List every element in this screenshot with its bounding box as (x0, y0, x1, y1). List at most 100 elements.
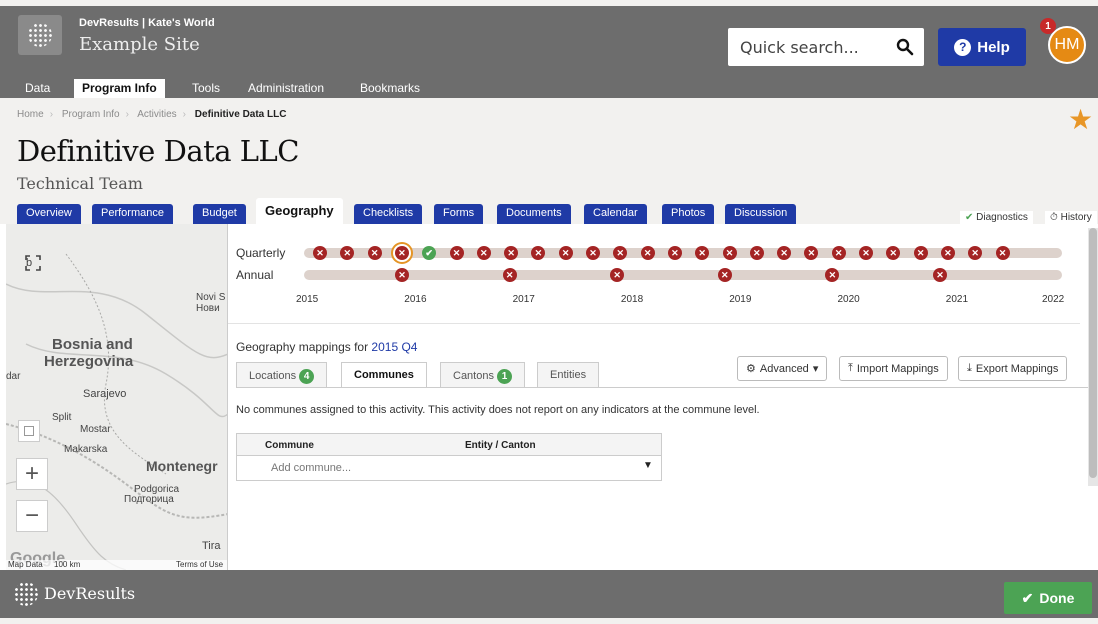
annual-marker[interactable]: ✕ (717, 268, 732, 282)
terms-link[interactable]: Terms of Use (176, 560, 223, 569)
annual-marker[interactable]: ✕ (502, 268, 517, 282)
quarter-marker[interactable]: ✕ (940, 246, 955, 260)
breadcrumb: Home › Program Info › Activities › Definiti… (17, 109, 287, 120)
scrollbar-thumb[interactable] (1089, 228, 1097, 478)
subtab-entities-label: Entities (550, 369, 587, 381)
nav-data[interactable]: Data (17, 79, 58, 98)
quarter-marker[interactable]: ✕ (586, 246, 600, 260)
subtab-cantons[interactable]: Cantons 1 (440, 362, 525, 387)
page: DevResults | Kate's World Example Site ?… (0, 6, 1098, 624)
period-link[interactable]: 2015 Q4 (371, 340, 417, 354)
year-label: 2015 (296, 294, 319, 305)
devresults-logo[interactable] (18, 15, 62, 55)
nav-administration[interactable]: Administration (240, 79, 332, 98)
tab-geography[interactable]: Geography (256, 198, 343, 224)
map[interactable]: Bosnia and Herzegovina Sarajevo Split Mo… (6, 224, 228, 570)
site-name[interactable]: Example Site (79, 34, 200, 55)
quarter-marker[interactable]: ✕ (640, 246, 655, 260)
page-subtitle: Technical Team (17, 174, 143, 193)
dropdown-caret-icon: ▼ (643, 460, 653, 471)
subtab-communes[interactable]: Communes (341, 362, 427, 388)
quarter-marker[interactable]: ✕ (504, 246, 519, 260)
breadcrumb-home[interactable]: Home (17, 109, 44, 120)
col-entity-canton: Entity / Canton (465, 440, 536, 451)
subtab-entities[interactable]: Entities (537, 362, 600, 387)
quarter-marker[interactable]: ✕ (777, 246, 792, 260)
add-commune-placeholder: Add commune... (271, 462, 352, 474)
advanced-button[interactable]: ⚙ Advanced ▾ (737, 356, 828, 381)
map-label-mostar: Mostar (80, 424, 111, 435)
tab-forms[interactable]: Forms (434, 204, 484, 224)
quarter-marker[interactable]: ✕ (831, 246, 846, 260)
map-label-podgorica-cyr: Подгорица (124, 494, 174, 505)
zoom-out-button[interactable]: − (16, 500, 48, 532)
history-tab[interactable]: ⏱ History (1045, 211, 1097, 225)
breadcrumb-activities[interactable]: Activities (137, 109, 176, 120)
breadcrumb-current: Definitive Data LLC (194, 109, 287, 120)
annual-marker[interactable]: ✕ (395, 268, 409, 282)
map-label-zadar: dar (6, 371, 21, 382)
year-label: 2022 (1042, 294, 1065, 305)
done-button[interactable]: ✔ Done (1004, 582, 1092, 614)
export-mappings-button[interactable]: ⤓ Export Mappings (958, 356, 1068, 381)
tab-photos[interactable]: Photos (662, 204, 715, 224)
diagnostics-tab[interactable]: ✔ Diagnostics (960, 211, 1033, 225)
quarter-marker[interactable]: ✕ (749, 246, 764, 260)
search-input[interactable] (728, 28, 878, 66)
gear-icon: ⚙ (746, 363, 756, 375)
mappings-heading-prefix: Geography mappings for (236, 340, 369, 354)
quarter-marker[interactable]: ✕ (394, 246, 409, 260)
tab-overview[interactable]: Overview (17, 204, 81, 224)
page-title: Definitive Data LLC (17, 134, 299, 168)
annual-marker[interactable]: ✕ (933, 268, 947, 282)
tab-documents[interactable]: Documents (497, 204, 571, 224)
map-label-split: Split (52, 412, 72, 423)
quarter-marker[interactable]: ✕ (913, 246, 928, 260)
annual-track (304, 270, 1062, 280)
user-avatar[interactable]: HM (1048, 26, 1086, 64)
help-button[interactable]: ? Help (938, 28, 1026, 66)
quarter-marker[interactable]: ✕ (667, 246, 682, 260)
notification-badge[interactable]: 1 (1040, 18, 1056, 34)
favorite-star-icon[interactable]: ★ (1068, 106, 1093, 134)
import-mappings-button[interactable]: ⤒ Import Mappings (839, 356, 948, 381)
add-commune-select[interactable]: Add commune... ▼ (237, 456, 661, 480)
search-icon[interactable] (896, 38, 914, 56)
map-data-link[interactable]: Map Data (8, 560, 43, 569)
breadcrumb-program-info[interactable]: Program Info (62, 109, 120, 120)
map-label-sarajevo: Sarajevo (83, 388, 127, 400)
year-label: 2020 (837, 294, 860, 305)
org-name: DevResults | Kate's World (79, 17, 215, 29)
quarter-marker[interactable]: ✕ (558, 246, 573, 260)
subtab-locations[interactable]: Locations 4 (236, 362, 328, 387)
tab-performance[interactable]: Performance (92, 204, 173, 224)
nav-tools[interactable]: Tools (184, 79, 228, 98)
map-type-icon[interactable] (18, 420, 40, 442)
col-commune: Commune (265, 440, 314, 451)
tab-calendar[interactable]: Calendar (584, 204, 647, 224)
quarter-marker[interactable]: ✕ (995, 246, 1010, 260)
upload-icon: ⤒ (848, 362, 853, 374)
footer-logo-icon (14, 582, 38, 606)
tab-checklists[interactable]: Checklists (354, 204, 423, 224)
section-divider (228, 323, 1080, 324)
download-icon: ⤓ (967, 362, 972, 374)
fullscreen-icon[interactable] (20, 250, 46, 276)
mappings-heading: Geography mappings for 2015 Q4 (236, 340, 417, 354)
quarter-marker[interactable]: ✕ (367, 246, 382, 260)
diagnostics-label: Diagnostics (976, 212, 1028, 223)
quarter-marker[interactable]: ✕ (722, 246, 737, 260)
subtab-cantons-label: Cantons (453, 370, 494, 382)
quarter-marker[interactable]: ✕ (313, 246, 327, 260)
zoom-in-button[interactable]: + (16, 458, 48, 490)
quarter-marker[interactable]: ✕ (859, 246, 873, 260)
nav-bookmarks[interactable]: Bookmarks (352, 79, 428, 98)
checkmark-icon: ✔ (1021, 589, 1034, 606)
tab-budget[interactable]: Budget (193, 204, 246, 224)
table-header: Commune Entity / Canton (237, 434, 661, 456)
footer-brand: DevResults (44, 584, 136, 603)
quarter-marker[interactable]: ✕ (476, 246, 491, 260)
tab-discussion[interactable]: Discussion (725, 204, 797, 224)
nav-program-info[interactable]: Program Info (74, 79, 165, 98)
quarter-marker[interactable]: ✕ (449, 246, 464, 260)
